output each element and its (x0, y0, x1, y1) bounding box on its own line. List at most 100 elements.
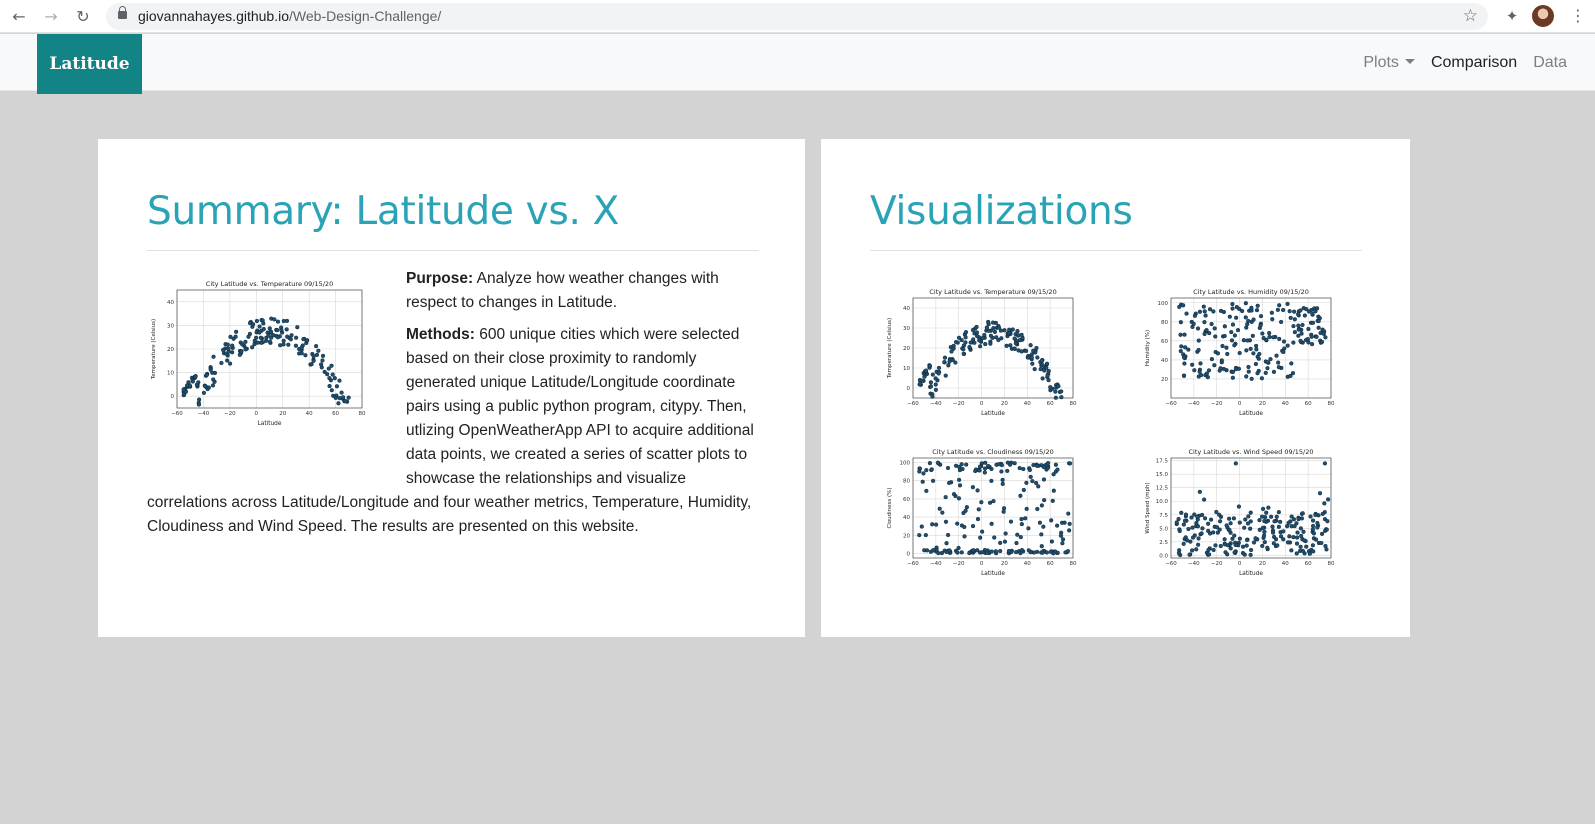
scatter-point (944, 541, 949, 546)
scatter-point (1296, 333, 1301, 338)
scatter-point (1276, 510, 1281, 515)
scatter-point (1265, 545, 1270, 550)
scatter-point (1181, 373, 1187, 378)
scatter-point (1042, 368, 1047, 373)
scatter-point (1233, 542, 1238, 548)
back-arrow-icon[interactable]: ← (8, 6, 30, 28)
reload-icon[interactable]: ↻ (72, 6, 94, 28)
visualizations-divider (870, 250, 1362, 251)
scatter-point (1262, 529, 1267, 535)
scatter-point (991, 499, 996, 504)
scatter-point (1018, 535, 1023, 540)
scatter-point (1034, 480, 1039, 486)
url-text[interactable]: giovannahayes.github.io/Web-Design-Chall… (138, 8, 441, 24)
scatter-point (931, 548, 936, 553)
extensions-icon[interactable]: ✦ (1502, 6, 1522, 26)
scatter-point (1304, 544, 1309, 549)
scatter-point (933, 376, 938, 381)
scatter-point (1292, 330, 1297, 335)
scatter-point (1048, 549, 1053, 554)
scatter-point (1295, 535, 1300, 540)
lock-icon (118, 6, 127, 19)
scatter-point (1292, 524, 1297, 529)
scatter-point (940, 510, 945, 515)
scatter-point (1026, 526, 1031, 531)
nav-plots-label: Plots (1363, 53, 1399, 71)
y-tick-label: 60 (903, 497, 910, 503)
scatter-point (1230, 369, 1235, 375)
scatter-point (1179, 344, 1184, 349)
scatter-point (996, 325, 1002, 330)
scatter-point (1254, 343, 1259, 349)
scatter-point (937, 506, 942, 511)
y-tick-label: 20 (903, 346, 910, 352)
scatter-point (1255, 371, 1260, 376)
scatter-point (977, 338, 982, 343)
x-axis-label: Latitude (981, 411, 1005, 417)
bookmark-star-icon[interactable]: ☆ (1463, 6, 1478, 26)
scatter-point (1281, 307, 1286, 313)
scatter-point (1006, 548, 1012, 554)
scatter-point (1182, 332, 1187, 337)
summary-heading: Summary: Latitude vs. X (147, 189, 620, 234)
scatter-point (1310, 543, 1316, 548)
scatter-point (1206, 521, 1211, 526)
wind-speed-plot[interactable]: City Latitude vs. Wind Speed 09/15/20 −60… (1141, 444, 1337, 578)
scatter-point (1190, 548, 1195, 553)
scatter-point (1236, 504, 1242, 509)
scatter-point (1029, 355, 1034, 360)
scatter-point (1254, 308, 1260, 313)
scatter-point (961, 351, 966, 357)
scatter-point (1059, 389, 1064, 394)
humidity-plot[interactable]: City Latitude vs. Humidity 09/15/20 −60 −4… (1141, 284, 1337, 418)
scatter-point (1245, 338, 1250, 343)
scatter-point (1035, 506, 1040, 512)
scatter-point (1053, 395, 1058, 400)
profile-avatar[interactable] (1532, 5, 1554, 27)
scatter-point (1315, 525, 1320, 530)
y-axis-label: Cloudiness (%) (887, 487, 893, 528)
brand-logo[interactable]: Latitude (37, 34, 142, 94)
x-tick-label: −20 (1211, 401, 1223, 407)
scatter-point (967, 344, 972, 350)
scatter-point (989, 478, 994, 484)
cloudiness-plot[interactable]: City Latitude vs. Cloudiness 09/15/20 −60… (883, 444, 1079, 578)
x-tick-label: 80 (1328, 401, 1335, 407)
scatter-point (1045, 461, 1051, 466)
scatter-point (1310, 320, 1316, 325)
scatter-point (1285, 343, 1290, 348)
scatter-point (1291, 340, 1296, 345)
menu-kebab-icon[interactable]: ⋮ (1570, 6, 1586, 26)
scatter-point (1182, 518, 1188, 523)
scatter-point (1177, 528, 1182, 534)
scatter-point (1308, 514, 1313, 519)
scatter-point (1276, 524, 1281, 529)
scatter-point (1243, 517, 1248, 522)
scatter-point (1056, 384, 1061, 389)
y-axis-label: Humidity (%) (1145, 330, 1151, 366)
scatter-point (1040, 550, 1045, 555)
scatter-point (1178, 320, 1183, 325)
y-tick-label: 40 (903, 306, 910, 312)
address-bar[interactable]: giovannahayes.github.io/Web-Design-Chall… (106, 3, 1488, 30)
scatter-point (1274, 353, 1279, 358)
visualizations-heading: Visualizations (870, 189, 1133, 234)
scatter-point (1225, 351, 1230, 357)
scatter-point (1060, 541, 1065, 546)
nav-data[interactable]: Data (1533, 54, 1567, 72)
scatter-point (1270, 317, 1275, 322)
forward-arrow-icon[interactable]: → (40, 6, 62, 28)
scatter-point (1232, 550, 1237, 555)
scatter-point (1003, 531, 1008, 536)
scatter-point (1298, 338, 1303, 343)
nav-plots-dropdown[interactable]: Plots (1363, 54, 1415, 72)
scatter-point (1012, 461, 1017, 466)
scatter-point (1224, 345, 1229, 350)
scatter-point (1049, 518, 1054, 523)
scatter-point (1017, 465, 1022, 471)
temperature-plot[interactable]: City Latitude vs. Temperature 09/15/20 −6… (883, 284, 1079, 418)
scatter-point (1243, 301, 1248, 306)
y-tick-label: 40 (1161, 358, 1168, 364)
y-tick-label: 80 (903, 479, 910, 485)
nav-comparison[interactable]: Comparison (1431, 54, 1517, 72)
